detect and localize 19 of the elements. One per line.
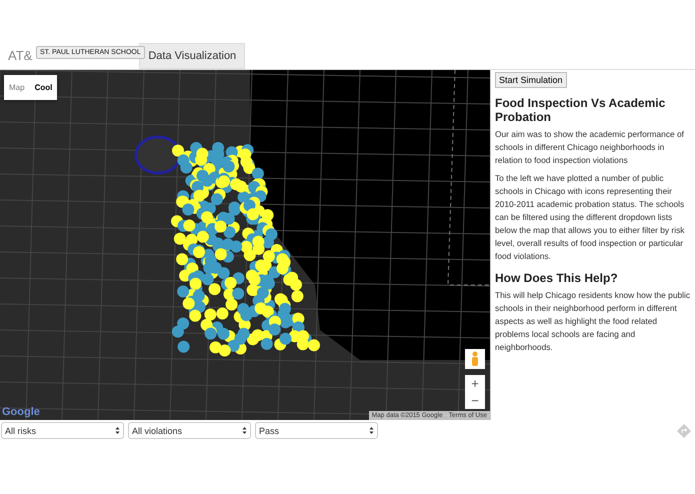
map-logo: Google <box>2 406 40 418</box>
select-arrows-icon <box>369 426 374 435</box>
section-heading: Food Inspection Vs Academic Probation <box>495 96 666 124</box>
paragraph: Our aim was to show the academic performance of schools in different Chicago neighborhoods in relation to food inspection violations <box>495 128 685 167</box>
tab[interactable]: Data Visualization <box>139 43 246 69</box>
filter-dropdown[interactable]: All risks <box>1 422 124 439</box>
select-arrows-icon <box>115 426 120 435</box>
app-title: AT& <box>8 48 32 63</box>
map-type-button[interactable]: Map <box>4 75 30 100</box>
filter-dropdown[interactable]: All violations <box>128 422 251 439</box>
pegman-icon[interactable] <box>465 349 485 369</box>
paragraph: This will help Chicago residents know how the public schools in their neighborhood perform in different aspects as well as highlight the food related problems local schools are facing and neighborhoods. <box>495 289 691 354</box>
diamond-arrow-icon[interactable] <box>677 424 691 438</box>
map-type-button[interactable]: Cool <box>30 75 58 100</box>
paragraph: To the left we have plotted a number of public schools in Chicago with icons representing their 2010-2011 academic probation status. The schools can be filtered using the different dropdown lists below the map that allows you to either filter by risk level, overall results of food inspection or particular food violations. <box>495 172 686 263</box>
start-simulation-button[interactable]: Start Simulation <box>495 72 567 88</box>
section-heading: How Does This Help? <box>495 271 619 285</box>
select-arrows-icon <box>242 426 247 435</box>
filter-dropdown[interactable]: Pass <box>255 422 378 439</box>
